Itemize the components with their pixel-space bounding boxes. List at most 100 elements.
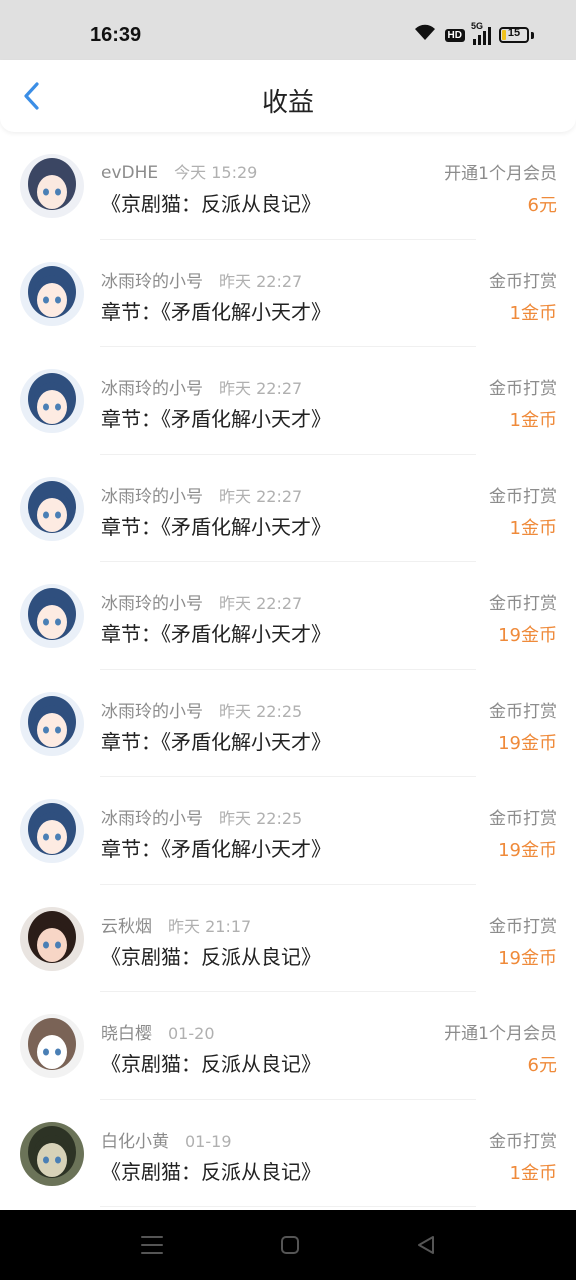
earning-type: 金币打赏 <box>489 271 557 292</box>
earnings-row[interactable]: 冰雨玲的小号 昨天 22:27 章节：《矛盾化解小天才》 金币打赏 19金币 <box>0 562 576 670</box>
status-bar: 16:39 HD 5G 15 <box>0 0 576 60</box>
work-title: 章节：《矛盾化解小天才》 <box>101 729 331 754</box>
back-triangle-icon <box>418 1236 434 1254</box>
battery-level: 15 <box>507 27 521 39</box>
menu-button[interactable] <box>138 1231 166 1259</box>
row-user-line: 冰雨玲的小号 昨天 22:25 <box>101 804 302 829</box>
work-title: 章节：《矛盾化解小天才》 <box>101 837 331 861</box>
work-title: 《京剧猫：反派从良记》 <box>101 1052 321 1076</box>
avatar[interactable] <box>20 476 84 541</box>
avatar-image <box>20 154 84 218</box>
earnings-row[interactable]: 冰雨玲的小号 昨天 22:27 章节：《矛盾化解小天才》 金币打赏 1金币 <box>0 455 576 562</box>
timestamp: 今天 15:29 <box>174 163 258 182</box>
avatar[interactable] <box>20 1014 84 1078</box>
network-label: 5G <box>471 21 484 31</box>
earning-amount: 19金币 <box>498 947 557 969</box>
earning-amount: 1金币 <box>509 517 557 539</box>
avatar-image <box>20 261 84 326</box>
earnings-row[interactable]: evDHE 今天 15:29 《京剧猫：反派从良记》 开通1个月会员 6元 <box>0 132 576 240</box>
work-title: 《京剧猫：反派从良记》 <box>101 944 321 969</box>
work-title: 章节：《矛盾化解小天才》 <box>101 622 331 646</box>
avatar[interactable] <box>20 261 84 326</box>
earning-amount: 19金币 <box>498 840 557 861</box>
earning-amount: 19金币 <box>498 625 557 646</box>
username: 冰雨玲的小号 <box>101 271 203 292</box>
earning-amount: 1金币 <box>509 1162 557 1184</box>
avatar-image <box>20 1121 84 1186</box>
row-user-line: 冰雨玲的小号 昨天 22:25 <box>101 697 302 722</box>
timestamp: 昨天 22:25 <box>219 809 303 828</box>
avatar[interactable] <box>20 154 84 218</box>
wifi-icon <box>413 24 437 46</box>
row-user-line: 冰雨玲的小号 昨天 22:27 <box>101 267 302 292</box>
username: 云秋烟 <box>101 916 152 937</box>
username: 冰雨玲的小号 <box>101 809 203 829</box>
row-user-line: 冰雨玲的小号 昨天 22:27 <box>101 374 302 399</box>
5g-signal-icon: 5G <box>471 21 491 45</box>
row-user-line: evDHE 今天 15:29 <box>101 159 257 183</box>
earnings-row[interactable]: 冰雨玲的小号 昨天 22:27 章节：《矛盾化解小天才》 金币打赏 1金币 <box>0 347 576 455</box>
avatar[interactable] <box>20 584 84 648</box>
status-time: 16:39 <box>90 24 142 46</box>
work-title: 《京剧猫：反派从良记》 <box>101 192 321 216</box>
avatar[interactable] <box>20 1121 84 1186</box>
timestamp: 昨天 22:25 <box>219 701 303 721</box>
avatar-image <box>20 691 84 756</box>
earnings-row[interactable]: 冰雨玲的小号 昨天 22:25 章节：《矛盾化解小天才》 金币打赏 19金币 <box>0 670 576 777</box>
row-user-line: 白化小黄 01-19 <box>101 1127 232 1152</box>
username: evDHE <box>101 163 159 183</box>
earning-amount: 1金币 <box>509 302 557 324</box>
earning-amount: 6元 <box>527 1055 557 1076</box>
earnings-row[interactable]: 云秋烟 昨天 21:17 《京剧猫：反派从良记》 金币打赏 19金币 <box>0 885 576 992</box>
earning-type: 金币打赏 <box>489 701 557 722</box>
avatar-image <box>20 369 84 433</box>
avatar[interactable] <box>20 691 84 756</box>
divider <box>100 1206 476 1207</box>
earning-type: 金币打赏 <box>489 916 557 937</box>
earnings-row[interactable]: 冰雨玲的小号 昨天 22:25 章节：《矛盾化解小天才》 金币打赏 19金币 <box>0 777 576 885</box>
earnings-row[interactable]: 晓白樱 01-20 《京剧猫：反派从良记》 开通1个月会员 6元 <box>0 992 576 1100</box>
earning-amount: 19金币 <box>498 732 557 754</box>
earning-type: 金币打赏 <box>489 1131 557 1152</box>
row-user-line: 晓白樱 01-20 <box>101 1019 215 1044</box>
timestamp: 01-19 <box>185 1131 232 1151</box>
username: 晓白樱 <box>101 1024 152 1044</box>
page-title: 收益 <box>261 88 314 118</box>
header: 收益 <box>0 60 576 132</box>
username: 白化小黄 <box>101 1131 169 1152</box>
row-user-line: 冰雨玲的小号 昨天 22:27 <box>101 589 302 614</box>
battery-tip <box>531 31 534 39</box>
menu-icon <box>141 1236 163 1254</box>
avatar-image <box>20 799 84 863</box>
avatar[interactable] <box>20 369 84 433</box>
hd-icon: HD <box>444 28 465 42</box>
earning-type: 开通1个月会员 <box>444 1024 557 1044</box>
home-button[interactable] <box>276 1231 304 1259</box>
avatar[interactable] <box>20 906 84 971</box>
navigation-bar <box>0 1210 576 1280</box>
work-title: 章节：《矛盾化解小天才》 <box>101 407 331 431</box>
timestamp: 昨天 22:27 <box>219 594 303 613</box>
home-icon <box>281 1236 299 1254</box>
earning-amount: 6元 <box>527 195 557 216</box>
work-title: 章节：《矛盾化解小天才》 <box>101 514 331 539</box>
earning-type: 金币打赏 <box>489 809 557 829</box>
avatar[interactable] <box>20 799 84 863</box>
earning-type: 金币打赏 <box>489 594 557 614</box>
earning-type: 金币打赏 <box>489 379 557 399</box>
timestamp: 01-20 <box>168 1024 215 1043</box>
earnings-row[interactable]: 白化小黄 01-19 《京剧猫：反派从良记》 金币打赏 1金币 <box>0 1100 576 1207</box>
username: 冰雨玲的小号 <box>101 379 203 399</box>
avatar-image <box>20 1014 84 1078</box>
username: 冰雨玲的小号 <box>101 486 203 507</box>
row-user-line: 冰雨玲的小号 昨天 22:27 <box>101 482 302 507</box>
username: 冰雨玲的小号 <box>101 701 203 722</box>
timestamp: 昨天 22:27 <box>219 271 303 291</box>
back-nav-button[interactable] <box>412 1231 440 1259</box>
username: 冰雨玲的小号 <box>101 594 203 614</box>
earnings-list: evDHE 今天 15:29 《京剧猫：反派从良记》 开通1个月会员 6元 冰雨玲的小号昨… <box>0 132 576 1207</box>
earnings-row[interactable]: 冰雨玲的小号 昨天 22:27 章节：《矛盾化解小天才》 金币打赏 1金币 <box>0 240 576 347</box>
avatar-image <box>20 584 84 648</box>
timestamp: 昨天 22:27 <box>219 379 303 398</box>
row-user-line: 云秋烟 昨天 21:17 <box>101 912 251 937</box>
